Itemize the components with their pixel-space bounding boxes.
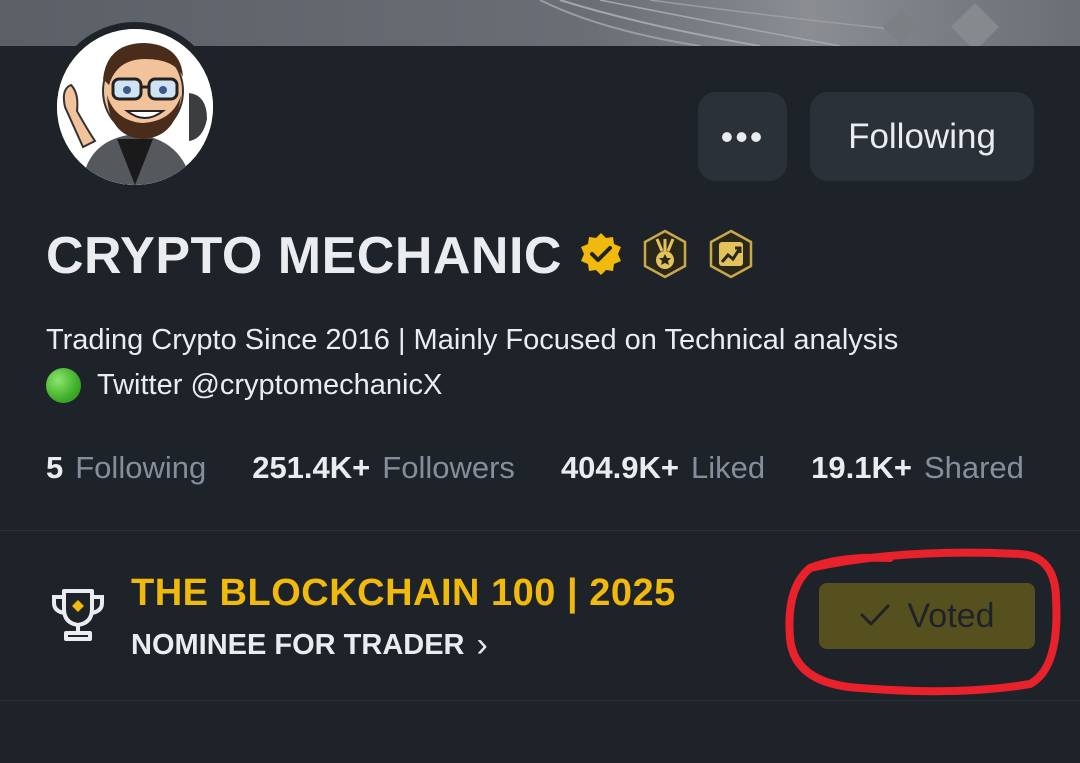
bio-line-twitter: Twitter @cryptomechanicX xyxy=(46,363,1046,408)
trophy-icon xyxy=(48,585,108,650)
stat-liked: 404.9K+ Liked xyxy=(561,450,765,486)
avatar[interactable] xyxy=(50,22,220,192)
following-button-label: Following xyxy=(848,116,996,156)
profile-name-row: CRYPTO MECHANIC xyxy=(46,226,756,286)
section-divider xyxy=(0,530,1080,531)
voted-button[interactable]: Voted xyxy=(819,583,1035,649)
stat-value: 404.9K+ xyxy=(560,450,680,485)
stat-label: Shared xyxy=(923,450,1024,485)
following-button[interactable]: Following xyxy=(810,92,1034,181)
green-circle-icon xyxy=(46,368,81,403)
profile-name: CRYPTO MECHANIC xyxy=(46,227,562,285)
stat-label: Following xyxy=(75,450,207,485)
profile-bio: Trading Crypto Since 2016 | Mainly Focus… xyxy=(46,318,1046,408)
ellipsis-icon: ••• xyxy=(720,115,765,157)
chart-badge-icon[interactable] xyxy=(706,229,756,284)
award-subtitle: NOMINEE FOR TRADER xyxy=(131,629,465,661)
voted-label: Voted xyxy=(907,596,995,635)
avatar-image xyxy=(57,29,213,185)
more-options-button[interactable]: ••• xyxy=(698,92,787,181)
profile-stats: 5 Following 251.4K+ Followers 404.9K+ Li… xyxy=(46,448,1024,488)
section-divider xyxy=(0,700,1080,701)
stat-value: 251.4K+ xyxy=(252,450,371,485)
award-nominee-link[interactable]: NOMINEE FOR TRADER › xyxy=(131,626,488,665)
stat-following[interactable]: 5 Following xyxy=(46,450,206,486)
stat-label: Followers xyxy=(382,450,515,485)
stat-value: 19.1K+ xyxy=(811,450,912,485)
stat-shared: 19.1K+ Shared xyxy=(811,450,1024,486)
bio-line: Trading Crypto Since 2016 | Mainly Focus… xyxy=(46,324,899,356)
stat-value: 5 xyxy=(46,450,64,485)
stat-followers[interactable]: 251.4K+ Followers xyxy=(252,450,515,486)
chevron-right-icon: › xyxy=(476,626,488,664)
medal-badge-icon[interactable] xyxy=(640,229,690,284)
stat-label: Liked xyxy=(691,450,766,485)
verified-badge-icon[interactable] xyxy=(578,231,624,282)
check-icon xyxy=(860,597,890,636)
twitter-handle[interactable]: Twitter @cryptomechanicX xyxy=(97,363,442,408)
award-title: THE BLOCKCHAIN 100 | 2025 xyxy=(131,572,676,614)
